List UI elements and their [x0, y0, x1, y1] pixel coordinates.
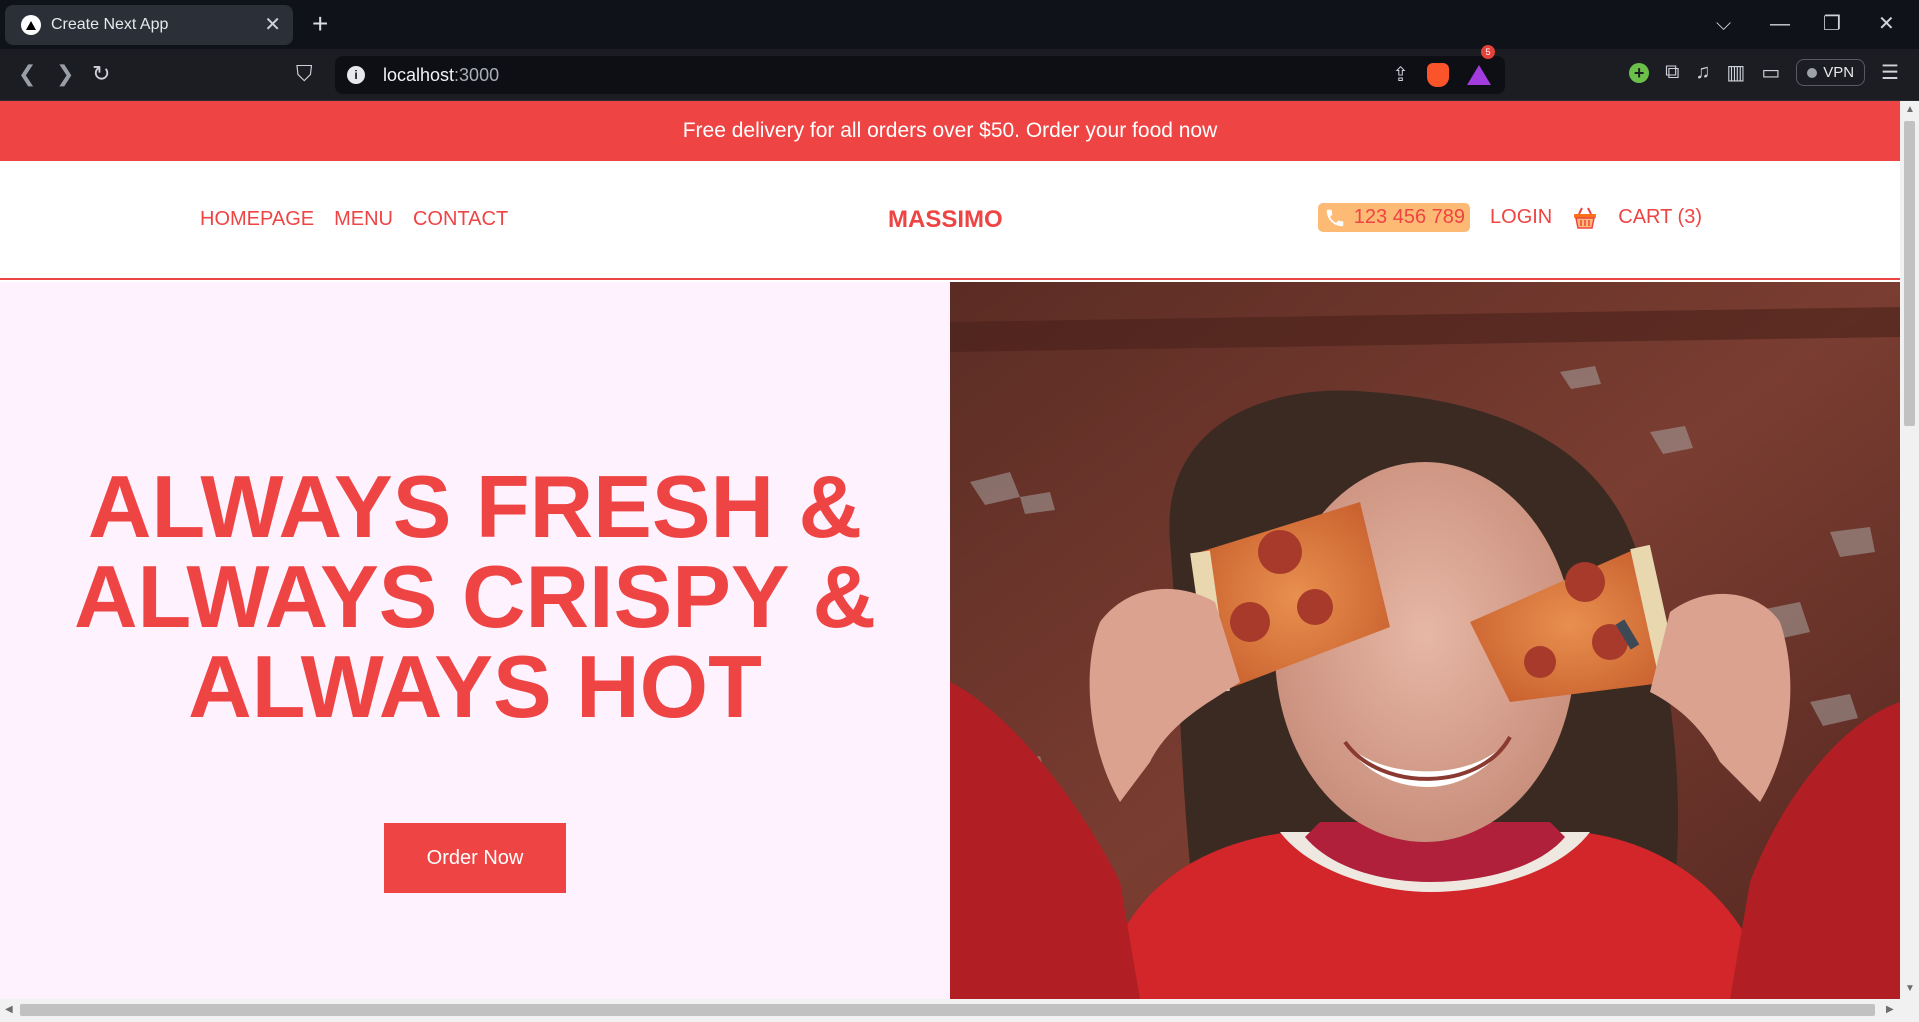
headline-line-2: ALWAYS CRISPY & — [73, 547, 876, 646]
phone-number: 123 456 789 — [1353, 206, 1466, 228]
extensions-puzzle-icon[interactable]: ⧉ — [1665, 61, 1679, 84]
site-navbar: HOMEPAGE MENU CONTACT MASSIMO 123 456 78… — [0, 161, 1900, 280]
nav-links: HOMEPAGE MENU CONTACT — [200, 208, 508, 231]
hero-photo-pizza-guy — [950, 282, 1900, 999]
close-window-button[interactable]: ✕ — [1878, 10, 1895, 38]
vpn-status-icon — [1807, 67, 1818, 78]
close-tab-icon[interactable]: ✕ — [264, 15, 281, 35]
site-logo[interactable]: MASSIMO — [888, 206, 1003, 234]
address-bar[interactable]: i localhost :3000 ⇪ 5 — [335, 44, 1505, 94]
url-host: localhost — [383, 64, 455, 85]
scroll-right-icon[interactable]: ▶ — [1886, 1004, 1894, 1015]
nav-link-homepage[interactable]: HOMEPAGE — [200, 208, 314, 231]
brave-shields-icon[interactable] — [1427, 62, 1449, 87]
vertical-scrollbar[interactable]: ▲ ▼ — [1900, 101, 1919, 999]
menu-hamburger-icon[interactable]: ☰ — [1881, 60, 1899, 85]
phone-icon — [1326, 209, 1344, 226]
forward-icon[interactable]: ❯ — [56, 61, 74, 87]
page-viewport: Free delivery for all orders over $50. O… — [0, 101, 1900, 999]
vertical-scroll-thumb[interactable] — [1904, 121, 1915, 426]
nav-link-contact[interactable]: CONTACT — [413, 208, 508, 231]
headline-line-1: ALWAYS FRESH & — [87, 457, 863, 556]
hero-headline: ALWAYS FRESH & ALWAYS CRISPY & ALWAYS HO… — [0, 462, 950, 732]
horizontal-scrollbar[interactable]: ◀ ▶ — [0, 999, 1919, 1022]
media-music-icon[interactable]: ♫ — [1695, 61, 1710, 84]
scroll-up-icon[interactable]: ▲ — [1905, 104, 1915, 115]
promo-text: Free delivery for all orders over $50. O… — [682, 119, 1218, 142]
horizontal-scroll-thumb[interactable] — [20, 1004, 1875, 1016]
nextjs-favicon-icon — [21, 15, 41, 35]
extension-add-icon[interactable]: + — [1629, 62, 1650, 83]
hero-text-panel: ALWAYS FRESH & ALWAYS CRISPY & ALWAYS HO… — [0, 282, 950, 999]
headline-line-3: ALWAYS HOT — [188, 637, 762, 736]
bookmark-icon[interactable]: ⛉ — [296, 61, 313, 87]
nav-right: 123 456 789 LOGIN CART (3) — [1317, 203, 1702, 232]
scroll-left-icon[interactable]: ◀ — [5, 1004, 13, 1015]
browser-tab[interactable]: Create Next App ✕ — [5, 5, 293, 45]
scroll-down-icon[interactable]: ▼ — [1905, 983, 1915, 994]
site-info-icon[interactable]: i — [347, 66, 365, 84]
cart-link[interactable]: CART (3) — [1618, 206, 1702, 229]
wallet-icon[interactable]: ▭ — [1761, 60, 1780, 85]
sidebar-icon[interactable]: ▥ — [1726, 60, 1745, 85]
vpn-label: VPN — [1823, 64, 1855, 81]
order-now-button[interactable]: Order Now — [384, 823, 566, 893]
share-icon[interactable]: ⇪ — [1392, 62, 1409, 87]
login-link[interactable]: LOGIN — [1490, 206, 1552, 229]
new-tab-button[interactable]: + — [312, 10, 328, 38]
cart-basket-icon[interactable] — [1572, 205, 1598, 231]
url-port: :3000 — [454, 64, 500, 85]
tab-search-chevron-icon[interactable]: ⌵ — [1716, 10, 1731, 38]
reload-icon[interactable]: ↻ — [92, 61, 110, 87]
brave-rewards-icon[interactable]: 5 — [1467, 44, 1495, 85]
tab-title: Create Next App — [51, 16, 169, 33]
browser-toolbar: ❮ ❯ ↻ ⛉ i localhost :3000 ⇪ 5 + ⧉ ♫ ▥ ▭ … — [0, 44, 1919, 101]
restore-button[interactable]: ❐ — [1823, 10, 1841, 38]
hero-section: ALWAYS FRESH & ALWAYS CRISPY & ALWAYS HO… — [0, 282, 1900, 999]
minimize-button[interactable]: — — [1770, 10, 1790, 38]
rewards-badge: 5 — [1481, 44, 1495, 59]
back-icon[interactable]: ❮ — [18, 61, 36, 87]
phone-badge[interactable]: 123 456 789 — [1317, 203, 1471, 232]
promo-banner: Free delivery for all orders over $50. O… — [0, 101, 1900, 161]
browser-tab-strip: Create Next App ✕ + ⌵ — ❐ ✕ — [0, 0, 1919, 49]
vpn-button[interactable]: VPN — [1796, 59, 1866, 86]
nav-link-menu[interactable]: MENU — [334, 208, 393, 231]
